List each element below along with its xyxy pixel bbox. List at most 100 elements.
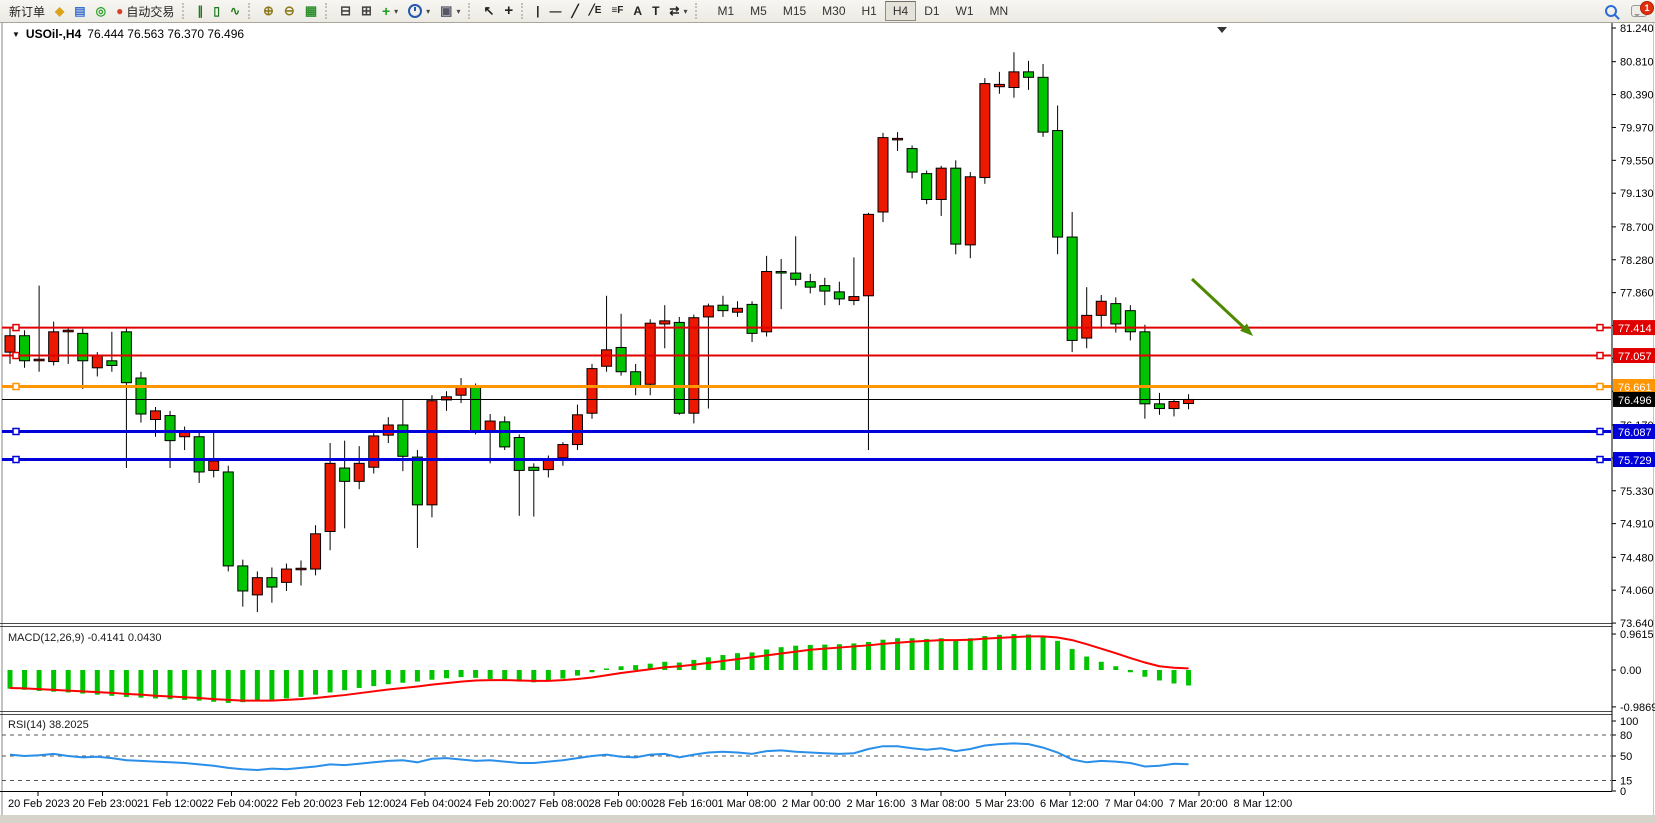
cursor-icon[interactable]: ↖ <box>478 1 499 21</box>
add-indicator-glyph: + <box>382 1 390 21</box>
period-button[interactable]: ▾ <box>403 1 435 21</box>
line-handle[interactable] <box>1597 325 1603 331</box>
macd-histogram-bar <box>1157 670 1162 680</box>
candle-body <box>660 321 670 324</box>
line-handle[interactable] <box>1597 384 1603 390</box>
zoom-in-icon[interactable]: ⊕ <box>258 1 279 21</box>
candle-body <box>1024 72 1034 77</box>
candle-body <box>20 336 30 361</box>
add-indicator-button[interactable]: +▾ <box>377 1 403 21</box>
candle-body <box>543 460 553 469</box>
signal-icon[interactable]: ◎ <box>91 1 111 21</box>
macd-histogram-bar <box>299 670 304 697</box>
timeframe-m1-button[interactable]: M1 <box>709 1 742 21</box>
chart-shift-marker[interactable] <box>1217 27 1227 33</box>
price-tick-label: 79.550 <box>1620 155 1654 167</box>
fibonacci-icon[interactable]: ≡F <box>606 1 628 21</box>
candle-body <box>558 445 568 458</box>
line-handle[interactable] <box>1597 353 1603 359</box>
candle-body <box>151 411 161 420</box>
arrows-icon[interactable]: ⇄▾ <box>664 1 692 21</box>
candle-body <box>107 361 117 366</box>
vertical-line-icon[interactable]: | <box>531 1 544 21</box>
search-icon[interactable] <box>1605 5 1617 17</box>
horizontal-line-icon[interactable]: — <box>545 1 567 21</box>
zoom-in-icon-glyph: ⊕ <box>263 1 274 21</box>
line-handle[interactable] <box>13 428 19 434</box>
chart-canvas[interactable]: 81.24080.81080.39079.97079.55079.13078.7… <box>0 0 1655 823</box>
candle-body <box>281 569 291 582</box>
price-tick-label: 78.700 <box>1620 222 1654 234</box>
candle-body <box>878 138 888 212</box>
market-watch-icon[interactable]: ◆ <box>50 1 69 21</box>
market-watch-icon-glyph: ◆ <box>55 1 64 21</box>
price-tick-label: 77.860 <box>1620 288 1654 300</box>
arrow-annotation[interactable] <box>1192 279 1249 332</box>
time-tick-label: 22 Feb 04:00 <box>202 798 267 810</box>
candle-body <box>34 359 44 361</box>
crosshair-icon[interactable]: + <box>499 1 518 21</box>
candle-body <box>5 336 15 352</box>
data-window-icon[interactable]: ▤ <box>69 1 90 21</box>
line-chart-icon[interactable]: ∿ <box>225 1 245 21</box>
toolbar-right: 1 <box>1605 0 1647 22</box>
macd-histogram-bar <box>590 670 595 672</box>
candlestick-chart-icon[interactable]: ▯ <box>208 1 225 21</box>
candle-body <box>965 177 975 245</box>
tile-windows-icon-glyph: ▦ <box>305 1 317 21</box>
macd-histogram-bar <box>240 670 245 702</box>
macd-histogram-bar <box>182 670 187 700</box>
candle-body <box>1184 399 1194 403</box>
timeframe-m30-button[interactable]: M30 <box>814 1 853 21</box>
line-handle[interactable] <box>13 353 19 359</box>
tile-windows-icon[interactable]: ▦ <box>300 1 322 21</box>
equidistant-channel-icon[interactable]: ╱E <box>584 1 607 21</box>
macd-histogram-bar <box>910 638 915 670</box>
timeframe-h1-button[interactable]: H1 <box>854 1 885 21</box>
trendline-icon[interactable]: ╱ <box>567 1 584 21</box>
line-handle[interactable] <box>1597 428 1603 434</box>
text-label-icon[interactable]: T <box>647 1 664 21</box>
indicator-list-icon[interactable]: ⊞ <box>356 1 377 21</box>
candle-body <box>820 286 830 291</box>
timeframe-d1-button[interactable]: D1 <box>916 1 947 21</box>
rsi-tick-label: 100 <box>1620 716 1638 728</box>
toolbar: 新订单◆▤◎●自动交易∥▯∿⊕⊖▦⊟⊞+▾▾▣▾↖+|—╱╱E≡FAT⇄▾ M1… <box>0 0 1655 23</box>
candle-body <box>718 305 728 310</box>
macd-histogram-bar <box>66 670 71 692</box>
new-order-button-label: 新订单 <box>9 3 45 20</box>
macd-histogram-bar <box>793 646 798 670</box>
indicator-window-icon[interactable]: ⊟ <box>335 1 356 21</box>
macd-histogram-bar <box>415 670 420 682</box>
autotrade-button[interactable]: ●自动交易 <box>111 1 179 21</box>
rsi-label: RSI(14) 38.2025 <box>8 719 89 731</box>
timeframe-h4-button[interactable]: H4 <box>885 1 916 21</box>
line-handle[interactable] <box>13 325 19 331</box>
text-icon[interactable]: A <box>628 1 647 21</box>
candle-body <box>631 372 641 387</box>
line-handle[interactable] <box>13 384 19 390</box>
candle-body <box>994 84 1004 86</box>
candle-body <box>165 416 175 441</box>
line-handle[interactable] <box>1597 457 1603 463</box>
candle-body <box>194 437 204 472</box>
macd-histogram-bar <box>1142 670 1147 677</box>
macd-histogram-bar <box>371 670 376 686</box>
new-order-button[interactable]: 新订单 <box>4 1 50 21</box>
zoom-out-icon[interactable]: ⊖ <box>279 1 300 21</box>
template-button[interactable]: ▣▾ <box>435 1 465 21</box>
timeframe-toolbar: M1M5M15M30H1H4D1W1MN <box>709 1 1016 21</box>
price-tick-label: 80.810 <box>1620 57 1654 69</box>
timeframe-mn-button[interactable]: MN <box>982 1 1017 21</box>
macd-label: MACD(12,26,9) -0.4141 0.0430 <box>8 632 161 644</box>
candle-body <box>398 425 408 456</box>
timeframe-m5-button[interactable]: M5 <box>742 1 775 21</box>
symbol-dropdown-icon[interactable]: ▼ <box>12 30 20 39</box>
time-tick-label: 27 Feb 08:00 <box>524 798 589 810</box>
timeframe-m15-button[interactable]: M15 <box>775 1 814 21</box>
candle-body <box>1038 77 1048 132</box>
line-handle[interactable] <box>13 457 19 463</box>
timeframe-w1-button[interactable]: W1 <box>948 1 982 21</box>
bar-chart-icon[interactable]: ∥ <box>192 1 208 21</box>
chat-icon[interactable]: 1 <box>1631 5 1647 17</box>
